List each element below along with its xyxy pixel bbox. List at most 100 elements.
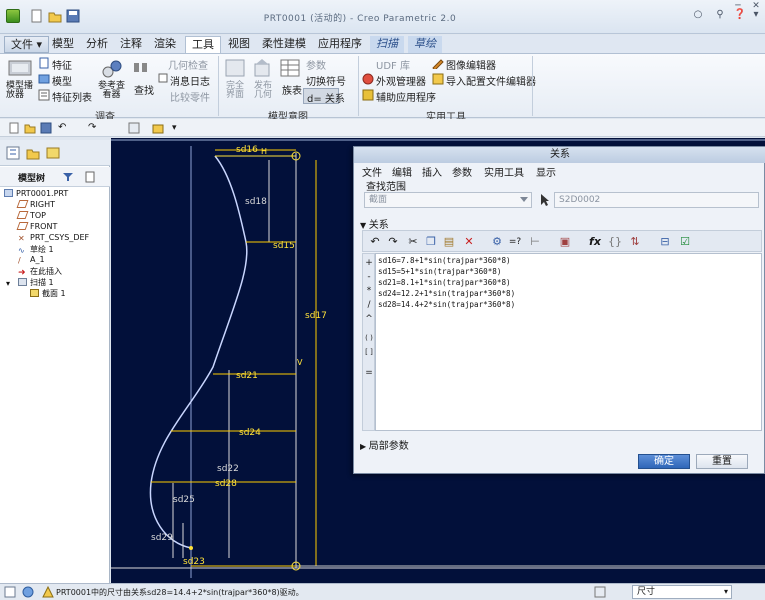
tree-settings-icon[interactable]: [84, 171, 96, 183]
menu-insert[interactable]: 插入: [422, 164, 442, 179]
section-field[interactable]: S2D0002: [554, 192, 759, 208]
tree-item-sweep[interactable]: ▾ 扫描 1: [6, 277, 54, 288]
reference-viewer-button[interactable]: 参考查 看器: [98, 82, 125, 100]
dim-sd24[interactable]: sd24: [239, 428, 261, 438]
open-icon[interactable]: [48, 9, 62, 23]
cut-icon[interactable]: ✂: [405, 234, 421, 250]
publish-geometry-button[interactable]: 发布 几何: [254, 82, 272, 100]
dim-sd16[interactable]: sd16: [236, 145, 258, 155]
ok-button[interactable]: 确定: [638, 454, 690, 469]
tab-applications[interactable]: 应用程序: [312, 36, 368, 53]
delete-icon[interactable]: ✕: [461, 234, 477, 250]
model-tree-tab-icon[interactable]: [6, 146, 20, 160]
equals-button[interactable]: =: [363, 368, 375, 378]
plus-button[interactable]: +: [363, 258, 375, 268]
divide-button[interactable]: /: [363, 300, 375, 310]
window-icon[interactable]: [152, 122, 164, 134]
copy-icon[interactable]: ❐: [423, 234, 439, 250]
brackets-button[interactable]: [ ]: [363, 348, 375, 356]
verify-icon[interactable]: ▣: [557, 234, 573, 250]
favorites-tab-icon[interactable]: [46, 146, 60, 160]
sort-relations-icon[interactable]: ⇅: [627, 234, 643, 250]
redo-icon[interactable]: ↷: [88, 122, 100, 134]
tab-render[interactable]: 渲染: [148, 36, 182, 53]
tab-analysis[interactable]: 分析: [80, 36, 114, 53]
udf-library-button[interactable]: UDF 库: [376, 57, 410, 72]
paste-icon[interactable]: ▤: [441, 234, 457, 250]
profile-spline[interactable]: [149, 155, 248, 549]
geometry-check-button[interactable]: 几何检查: [168, 57, 208, 72]
tree-item-csys[interactable]: ✕ PRT_CSYS_DEF: [18, 233, 89, 244]
menu-edit[interactable]: 编辑: [392, 164, 412, 179]
tab-file[interactable]: 文件 ▾: [4, 36, 50, 53]
folder-browser-tab-icon[interactable]: [26, 146, 40, 160]
image-editor-button[interactable]: 图像编辑器: [446, 57, 496, 72]
expand-icon[interactable]: ▾: [6, 280, 15, 288]
dim-sd29[interactable]: sd29: [151, 533, 173, 543]
multiply-button[interactable]: *: [363, 286, 375, 296]
tree-item-right[interactable]: RIGHT: [16, 200, 55, 211]
redo-icon[interactable]: ↷: [385, 234, 401, 250]
power-button[interactable]: ^: [363, 314, 375, 324]
end-point[interactable]: [189, 546, 193, 550]
new-icon[interactable]: [30, 9, 44, 23]
relation-line[interactable]: sd24=12.2+1*sin(trajpar*360*8): [378, 289, 515, 298]
parameters-button[interactable]: 参数: [306, 57, 326, 72]
dim-sd23[interactable]: sd23: [183, 557, 205, 567]
tab-annotate[interactable]: 注释: [114, 36, 148, 53]
reset-button[interactable]: 重置: [696, 454, 748, 469]
dim-sd17[interactable]: sd17: [305, 311, 327, 321]
relation-line[interactable]: sd21=8.1+1*sin(trajpar*360*8): [378, 278, 511, 287]
regenerate-icon[interactable]: [128, 122, 140, 134]
tab-flexible-modeling[interactable]: 柔性建模: [256, 36, 312, 53]
local-parameters-header[interactable]: ▶ 局部参数: [360, 437, 409, 452]
creo-app-icon[interactable]: [6, 9, 20, 23]
tree-item-part[interactable]: PRT0001.PRT: [4, 189, 68, 200]
tree-filter-icon[interactable]: [62, 171, 74, 183]
feature-button[interactable]: 特征: [52, 57, 72, 72]
search-icon[interactable]: ⚲: [712, 9, 728, 21]
toolbar-more-icon[interactable]: ▾: [172, 122, 184, 134]
model-info-button[interactable]: 模型: [52, 73, 72, 88]
dim-sd15[interactable]: sd15: [273, 241, 295, 251]
selection-icon[interactable]: [594, 586, 606, 598]
show-dimension-icon[interactable]: ⊢: [527, 234, 543, 250]
insert-parameter-icon[interactable]: {}: [607, 234, 623, 250]
dim-sd22[interactable]: sd22: [217, 464, 239, 474]
dim-sd25[interactable]: sd25: [173, 495, 195, 505]
insert-function-icon[interactable]: fx: [587, 234, 603, 250]
undo-icon[interactable]: ↶: [58, 122, 70, 134]
dim-sd21[interactable]: sd21: [236, 371, 258, 381]
minimize-button[interactable]: ─: [730, 0, 746, 12]
selection-filter[interactable]: 尺寸 ▾: [632, 585, 732, 599]
tree-item-axis[interactable]: / A_1: [18, 255, 45, 266]
relation-line[interactable]: sd16=7.8+1*sin(trajpar*360*8): [378, 256, 511, 265]
tree-item-section[interactable]: 截面 1: [30, 288, 66, 299]
check-icon[interactable]: ☑: [677, 234, 693, 250]
open-file-icon[interactable]: [24, 122, 36, 134]
model-player-icon[interactable]: [8, 58, 32, 78]
relation-line[interactable]: sd28=14.4+2*sin(trajpar*360*8): [378, 300, 515, 309]
appearance-manager-button[interactable]: 外观管理器: [376, 73, 426, 88]
evaluate-expression-icon[interactable]: =?: [507, 234, 523, 250]
dim-sd18[interactable]: sd18: [245, 197, 267, 207]
tab-tools[interactable]: 工具: [185, 36, 221, 53]
menu-utilities[interactable]: 实用工具: [484, 164, 524, 179]
tab-sweep[interactable]: 扫描: [370, 36, 404, 53]
minus-button[interactable]: -: [363, 272, 375, 282]
tab-view[interactable]: 视图: [222, 36, 256, 53]
tree-item-top[interactable]: TOP: [16, 211, 46, 222]
dim-sd28[interactable]: sd28: [215, 479, 237, 489]
find-button[interactable]: 查找: [134, 82, 154, 97]
browser-toggle-icon[interactable]: [22, 586, 34, 598]
tab-sketch[interactable]: 草绘: [408, 36, 442, 53]
relations-section-header[interactable]: ▼ 关系: [360, 216, 389, 231]
parentheses-button[interactable]: ( ): [363, 334, 375, 342]
navigator-toggle-icon[interactable]: [4, 586, 16, 598]
relation-line[interactable]: sd15=5+1*sin(trajpar*360*8): [378, 267, 501, 276]
relations-button[interactable]: d= 关系: [303, 88, 345, 105]
compare-parts-button[interactable]: 比较零件: [170, 89, 210, 104]
save-icon[interactable]: [66, 9, 80, 23]
menu-parameters[interactable]: 参数: [452, 164, 472, 179]
tree-item-insert-here[interactable]: ➜ 在此插入: [18, 266, 62, 278]
